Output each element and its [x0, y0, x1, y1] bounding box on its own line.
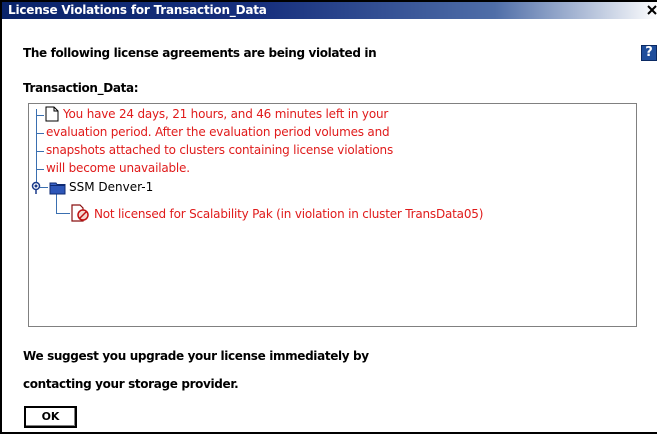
tree-connector: [56, 213, 70, 214]
tree-expand-handle-icon[interactable]: [31, 181, 41, 195]
message-line-1: The following license agreements are bei…: [23, 46, 377, 60]
window-title: License Violations for Transaction_Data: [8, 3, 267, 17]
tree-connector: [40, 187, 48, 188]
title-bar[interactable]: License Violations for Transaction_Data: [2, 2, 657, 19]
tree-connector: [36, 169, 44, 170]
message-line-2: Transaction_Data:: [23, 81, 139, 95]
tree-connector: [56, 194, 57, 213]
footer-line-2: contacting your storage provider.: [23, 377, 239, 391]
document-icon: [45, 106, 59, 122]
close-icon[interactable]: [645, 3, 657, 17]
footer-line-1: We suggest you upgrade your license imme…: [23, 349, 369, 363]
warning-text-line: You have 24 days, 21 hours, and 46 minut…: [63, 107, 389, 121]
tree-connector: [36, 109, 37, 186]
warning-text-line: will become unavailable.: [46, 161, 190, 175]
help-icon[interactable]: ?: [641, 45, 657, 61]
warning-text-line: snapshots attached to clusters containin…: [46, 143, 393, 157]
ok-button[interactable]: OK: [24, 406, 77, 428]
violation-entry-label[interactable]: Not licensed for Scalability Pak (in vio…: [94, 207, 483, 221]
tree-connector: [36, 133, 44, 134]
license-violation-icon: [71, 204, 89, 222]
violations-tree-panel[interactable]: You have 24 days, 21 hours, and 46 minut…: [28, 103, 637, 327]
license-violations-dialog: License Violations for Transaction_Data …: [0, 0, 657, 434]
cluster-node-label[interactable]: SSM Denver-1: [69, 180, 153, 194]
tree-connector: [36, 151, 44, 152]
tree-connector: [36, 115, 44, 116]
folder-icon: [49, 182, 66, 195]
warning-text-line: evaluation period. After the evaluation …: [46, 125, 390, 139]
